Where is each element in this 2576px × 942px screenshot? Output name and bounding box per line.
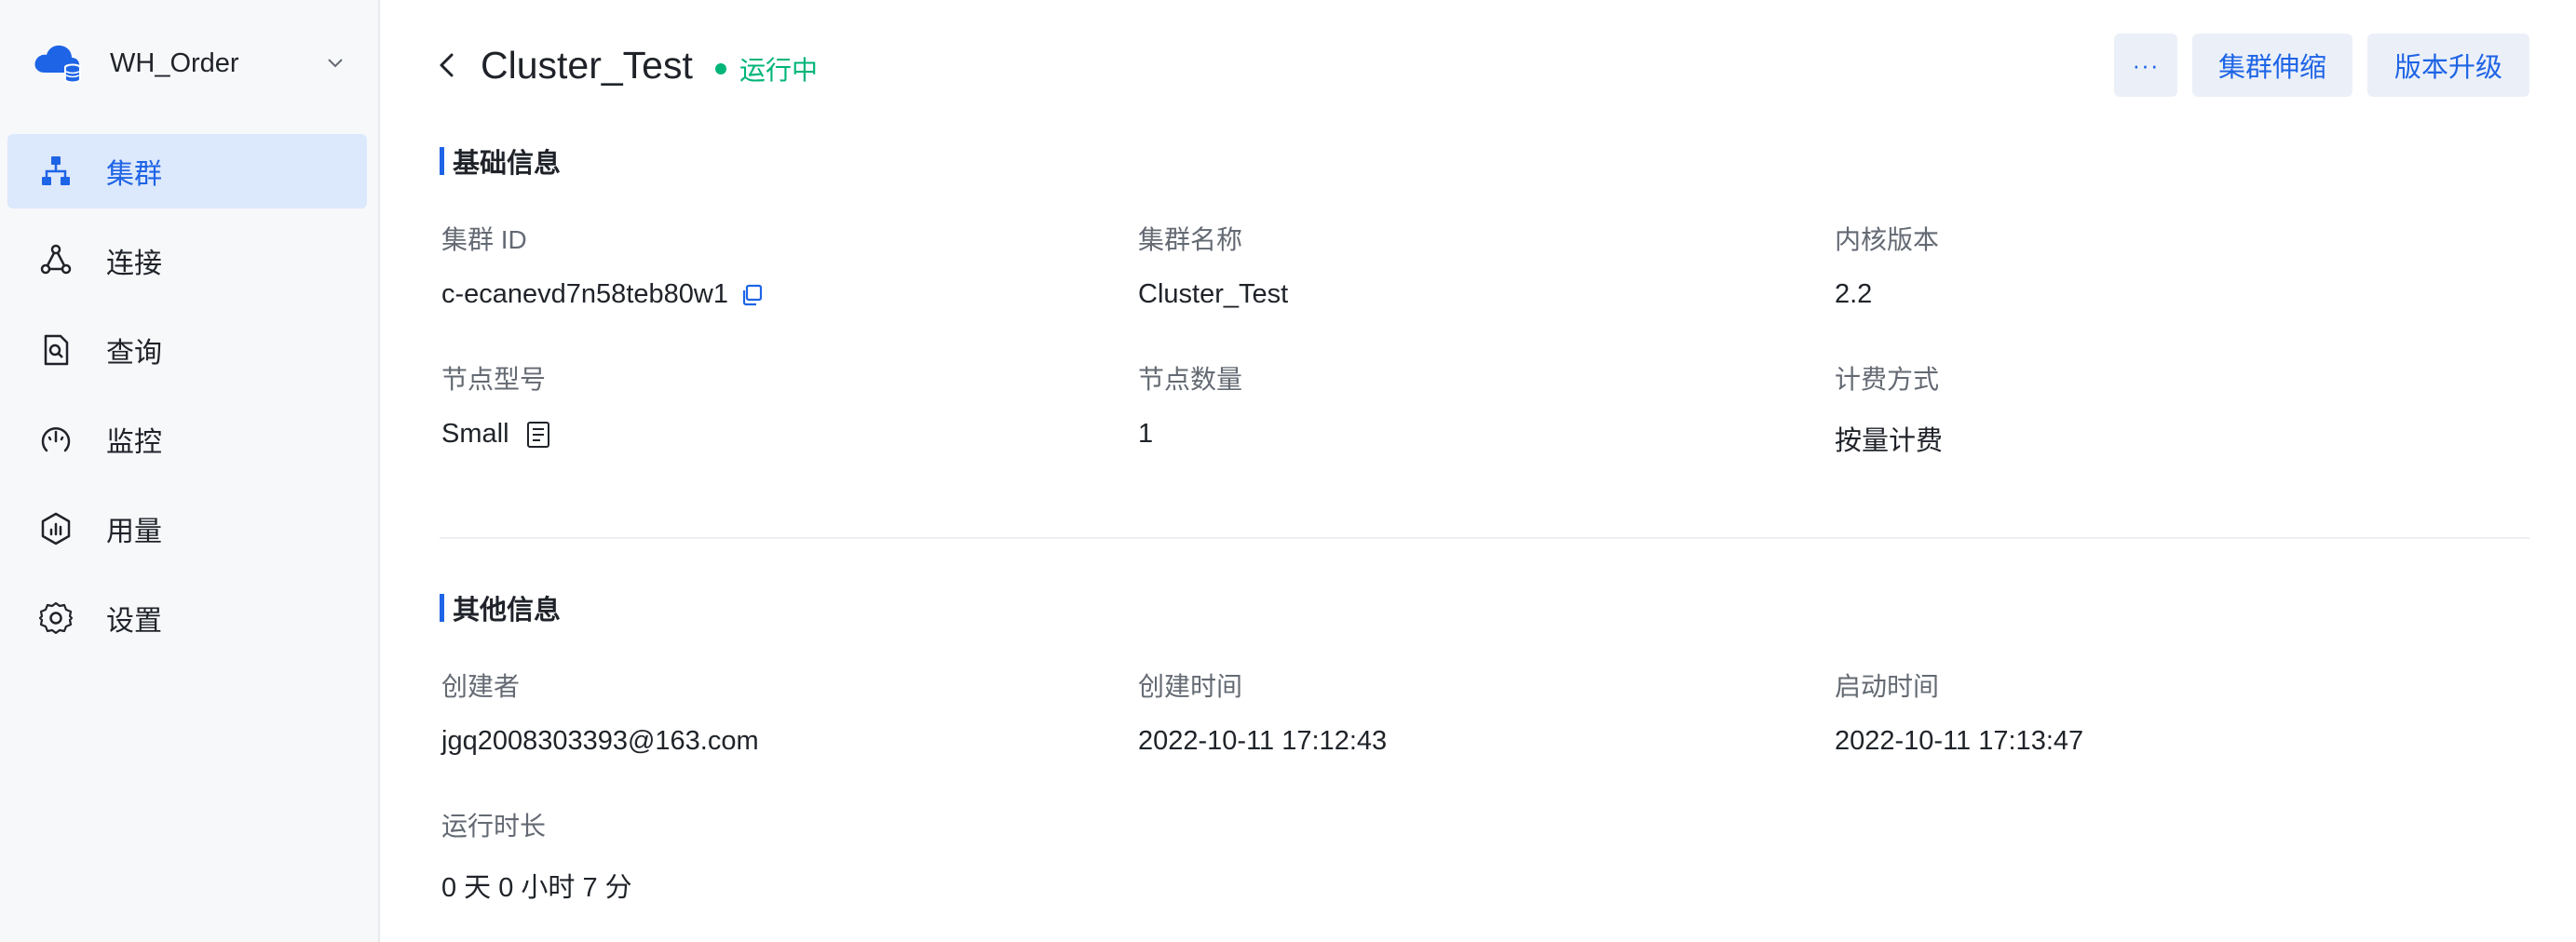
field-started-at: 启动时间 2022-10-11 17:13:47: [1835, 666, 2083, 757]
workspace-selector[interactable]: WH_Order: [32, 34, 358, 93]
section-divider: [440, 537, 2529, 539]
chevron-down-icon[interactable]: [322, 50, 348, 76]
sidebar: WH_Order 集群 连接 查询 监控 用量 设置: [0, 0, 380, 942]
cluster-scale-button[interactable]: 集群伸缩: [2192, 34, 2352, 97]
monitor-icon: [37, 421, 75, 458]
field-label: 创建者: [441, 672, 521, 701]
field-value: 1: [1138, 419, 1154, 449]
document-icon[interactable]: [524, 421, 552, 449]
field-created-at: 创建时间 2022-10-11 17:12:43: [1138, 666, 1387, 757]
page-title: Cluster_Test: [481, 44, 693, 87]
back-arrow-icon[interactable]: [430, 48, 464, 82]
main-content: Cluster_Test 运行中 ··· 集群伸缩 版本升级 基础信息 集群 I…: [382, 0, 2576, 942]
field-value: c-ecanevd7n58teb80w1: [441, 279, 766, 310]
field-cluster-name: 集群名称 Cluster_Test: [1138, 220, 1288, 310]
field-label: 节点型号: [441, 365, 547, 394]
field-label: 集群 ID: [441, 225, 527, 254]
connection-icon: [37, 242, 75, 279]
status-badge: 运行中: [715, 50, 818, 87]
sidebar-item-label: 连接: [106, 249, 162, 279]
sidebar-item-query[interactable]: 查询: [7, 313, 367, 387]
sidebar-item-settings[interactable]: 设置: [7, 581, 367, 655]
cluster-icon: [37, 153, 75, 190]
field-billing: 计费方式 按量计费: [1835, 359, 1943, 458]
field-label: 计费方式: [1835, 365, 1940, 394]
version-upgrade-button[interactable]: 版本升级: [2367, 34, 2529, 97]
cloud-database-icon: [34, 45, 81, 84]
sidebar-item-connection[interactable]: 连接: [7, 223, 367, 298]
field-value: 2022-10-11 17:12:43: [1138, 726, 1388, 756]
field-label: 集群名称: [1138, 225, 1243, 254]
status-text: 运行中: [739, 56, 819, 85]
sidebar-item-label: 监控: [106, 427, 162, 458]
sidebar-item-label: 用量: [106, 517, 162, 547]
status-dot-icon: [715, 63, 726, 74]
field-label: 节点数量: [1138, 365, 1243, 394]
field-value: 2.2: [1835, 279, 1873, 309]
field-value: jgq2008303393@163.com: [441, 726, 759, 756]
sidebar-item-label: 集群: [106, 159, 162, 190]
cluster-id-value: c-ecanevd7n58teb80w1: [441, 279, 728, 309]
workspace-name: WH_Order: [110, 47, 239, 78]
field-value: Small: [441, 419, 552, 450]
query-icon: [37, 331, 75, 369]
other-info-title: 其他信息: [440, 588, 561, 627]
node-type-value: Small: [441, 419, 509, 449]
field-label: 创建时间: [1138, 672, 1243, 701]
sidebar-item-cluster[interactable]: 集群: [7, 134, 367, 209]
sidebar-item-usage[interactable]: 用量: [7, 491, 367, 566]
field-node-count: 节点数量 1: [1138, 359, 1242, 450]
field-value: 按量计费: [1835, 426, 1944, 456]
sidebar-item-monitor[interactable]: 监控: [7, 402, 367, 477]
basic-info-title: 基础信息: [440, 141, 561, 181]
field-label: 运行时长: [441, 812, 547, 841]
copy-icon[interactable]: [738, 281, 766, 309]
field-label: 内核版本: [1835, 225, 1940, 254]
field-label: 启动时间: [1835, 672, 1940, 701]
sidebar-item-label: 查询: [106, 338, 162, 369]
field-cluster-id: 集群 ID c-ecanevd7n58teb80w1: [441, 220, 766, 310]
usage-icon: [37, 510, 75, 547]
field-value: 2022-10-11 17:13:47: [1835, 726, 2084, 756]
field-uptime: 运行时长 0 天 0 小时 7 分: [441, 806, 632, 905]
field-value: 0 天 0 小时 7 分: [441, 873, 632, 903]
field-value: Cluster_Test: [1138, 279, 1289, 309]
more-actions-button[interactable]: ···: [2114, 34, 2177, 97]
field-creator: 创建者 jgq2008303393@163.com: [441, 666, 759, 757]
gear-icon: [37, 599, 75, 637]
sidebar-nav: 集群 连接 查询 监控 用量 设置: [7, 134, 367, 670]
field-node-type: 节点型号 Small: [441, 359, 552, 450]
field-kernel-version: 内核版本 2.2: [1835, 220, 1939, 310]
sidebar-item-label: 设置: [106, 606, 162, 637]
